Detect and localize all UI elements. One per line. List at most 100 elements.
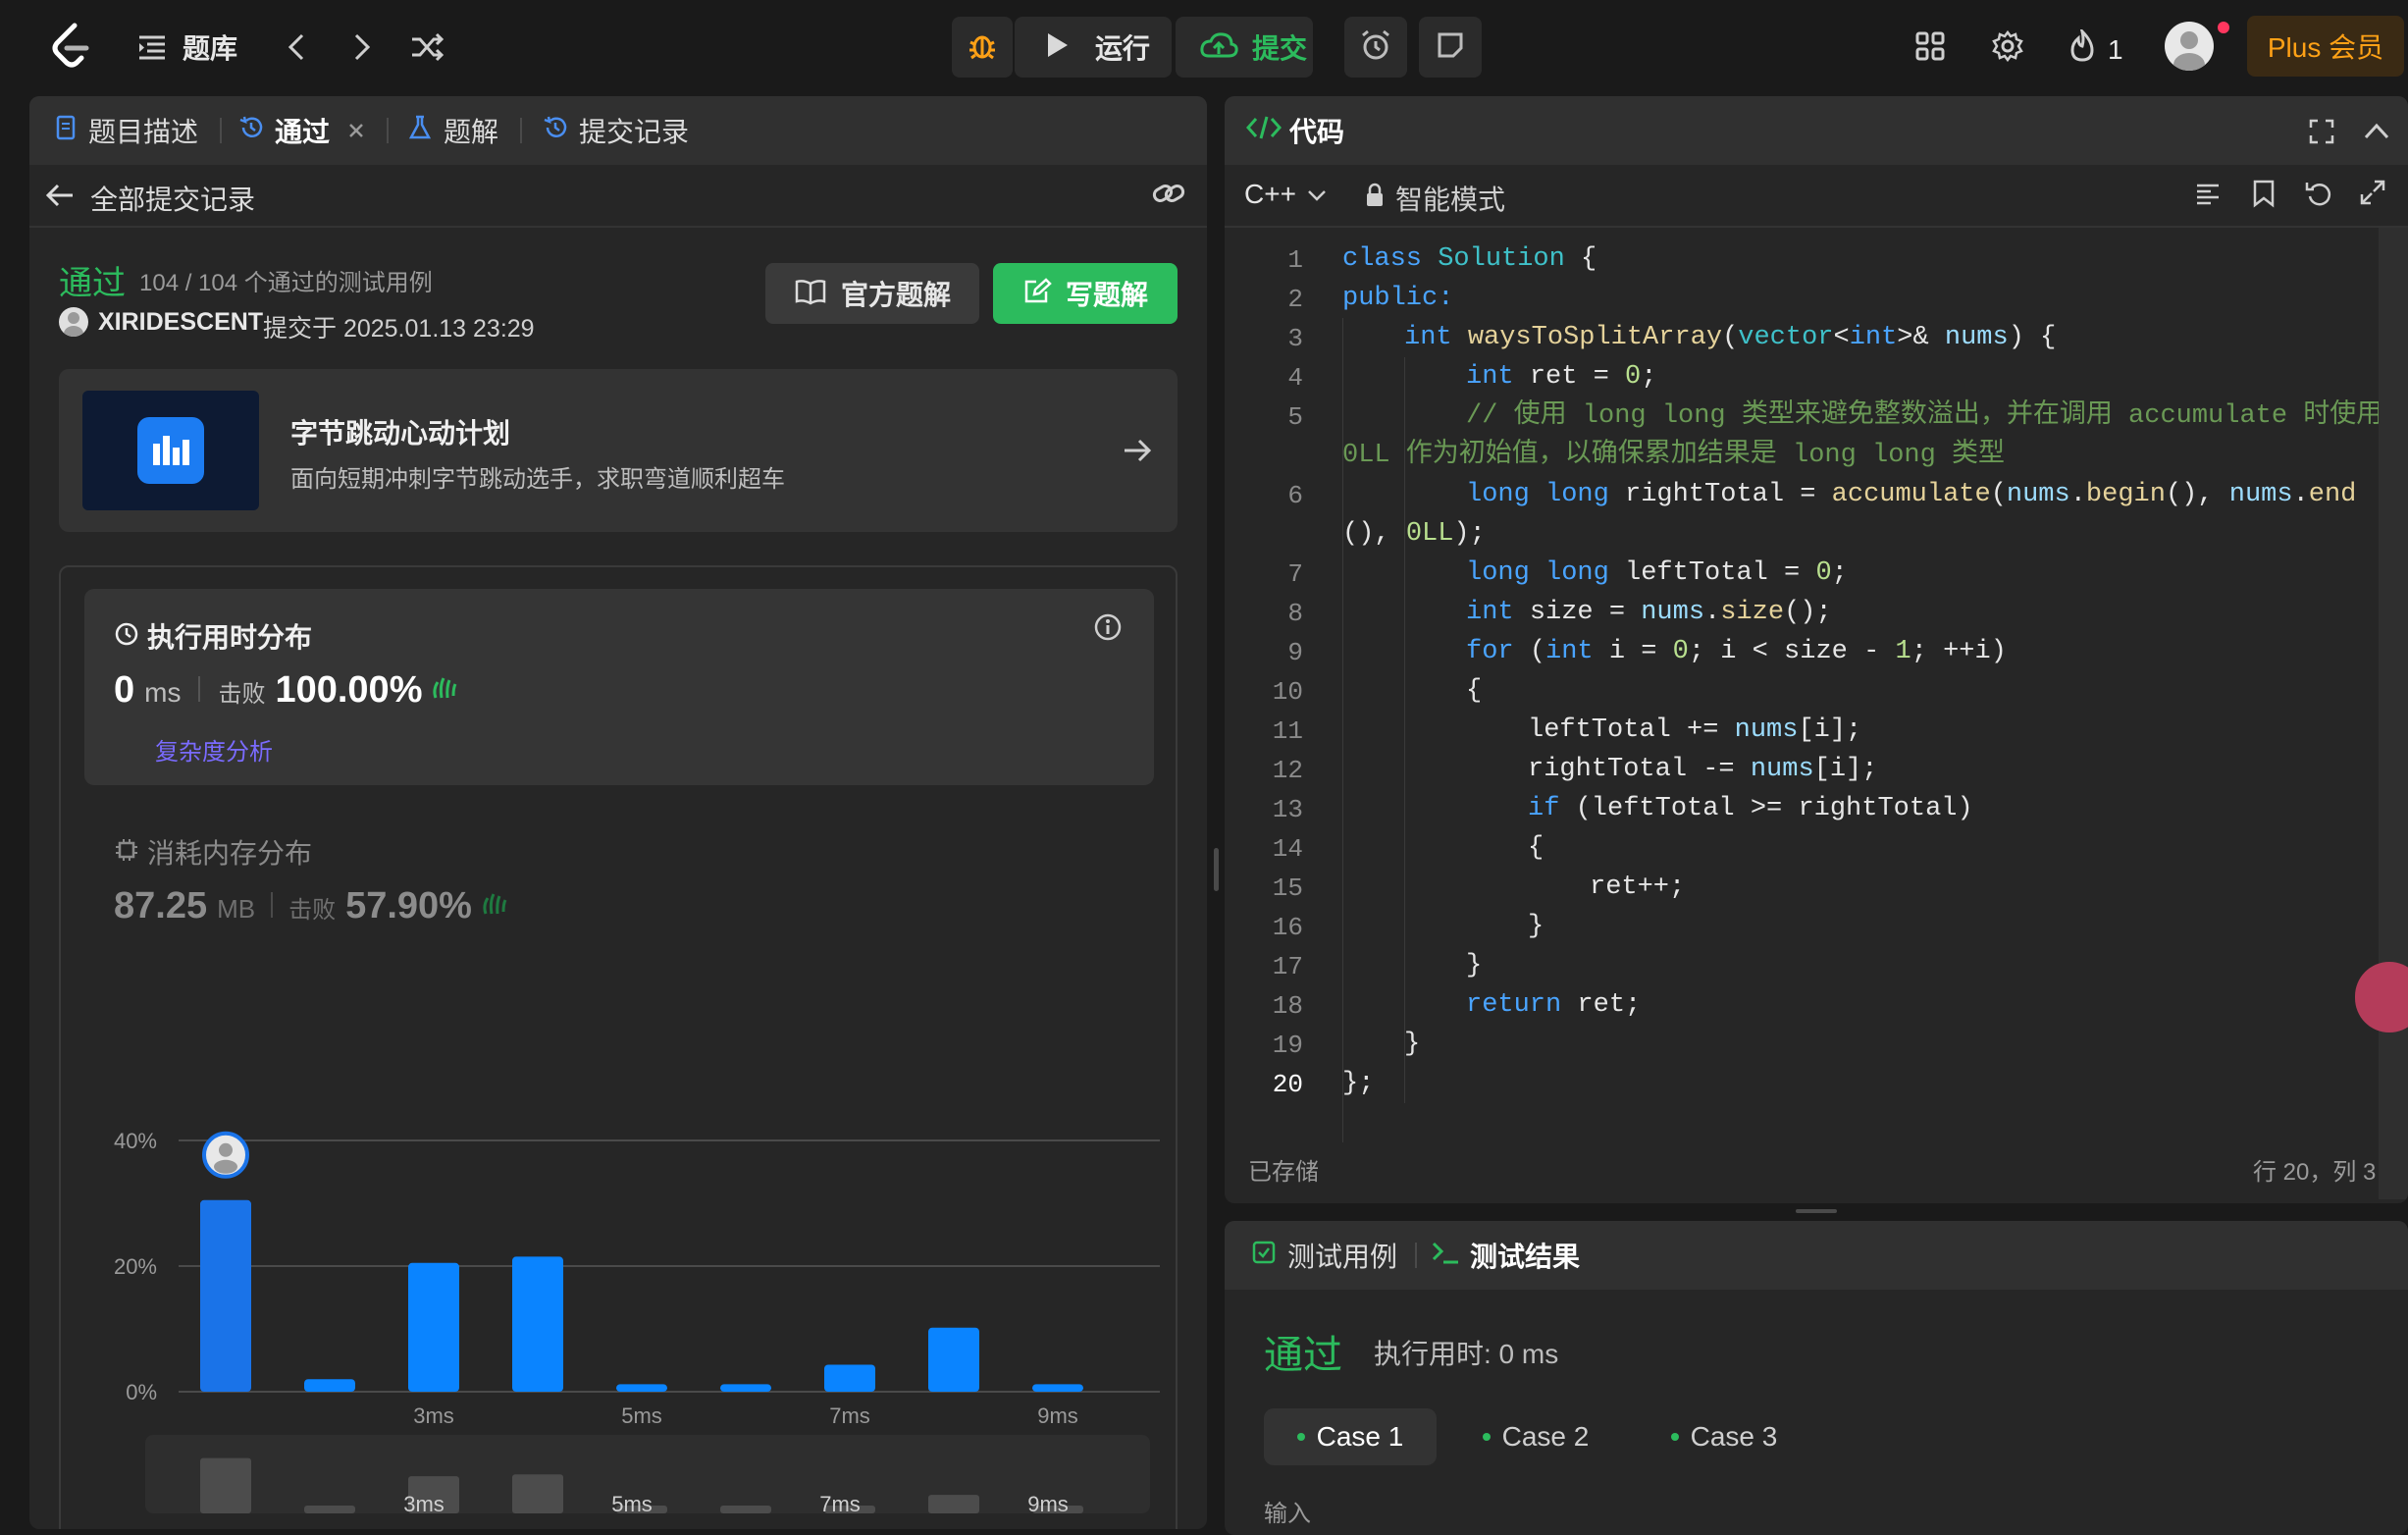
flame-icon (2068, 26, 2096, 70)
divider (1225, 226, 2408, 228)
code-brackets-icon (1245, 115, 1283, 147)
plus-label: Plus 会员 (2267, 32, 2384, 63)
minimap-label: 5ms (611, 1492, 653, 1516)
line-number: 3 (1287, 324, 1303, 353)
memory-unit: MB (217, 894, 256, 924)
chevron-down-icon (1306, 179, 1328, 210)
code-line: }; (1342, 1069, 1375, 1098)
line-number: 20 (1272, 1070, 1303, 1099)
collapse-up-icon[interactable] (2363, 120, 2390, 148)
submit-label: 提交 (1252, 33, 1308, 64)
tab-testcases[interactable]: 测试用例 (1252, 1236, 1397, 1275)
expand-icon[interactable] (2359, 179, 2386, 211)
horizontal-resize-handle[interactable] (1796, 1209, 1837, 1213)
notes-button[interactable] (1419, 17, 1482, 78)
leetcode-logo-icon[interactable] (49, 22, 92, 71)
smart-mode[interactable]: 智能模式 (1364, 179, 1505, 218)
cloud-upload-icon (1199, 30, 1238, 65)
submit-button[interactable]: 提交 (1176, 17, 1313, 78)
editor-scrollbar[interactable] (2379, 228, 2408, 1199)
case-label: Case 2 (1501, 1421, 1590, 1452)
runtime-beats: 100.00% (275, 669, 423, 711)
case-tab-2[interactable]: Case 2 (1462, 1408, 1609, 1465)
minimap-label: 9ms (1027, 1492, 1069, 1516)
back-to-submissions[interactable]: 全部提交记录 (45, 179, 255, 218)
histogram-bar (408, 1262, 459, 1392)
tab-test-results[interactable]: 测试结果 (1431, 1236, 1580, 1275)
checkbox-icon (1252, 1240, 1276, 1271)
fullscreen-icon[interactable] (2308, 118, 2335, 150)
timer-button[interactable] (1344, 17, 1407, 78)
submitter-name[interactable]: XIRIDESCENT (98, 308, 263, 337)
case-tab-1[interactable]: Case 1 (1264, 1408, 1437, 1465)
banner-subtitle: 面向短期冲刺字节跳动选手，求职弯道顺利超车 (290, 466, 785, 493)
code-line: { (1466, 676, 1483, 706)
debug-button[interactable] (952, 17, 1013, 78)
official-solution-button[interactable]: 官方题解 (765, 263, 979, 324)
histogram-bar (1032, 1384, 1083, 1392)
next-problem-icon[interactable] (350, 31, 374, 68)
bytedance-logo (82, 391, 259, 510)
submitter-avatar[interactable] (59, 307, 88, 337)
code-editor[interactable]: 1 class Solution {2 public: 3 int waysToSpli… (1225, 239, 2382, 1203)
info-icon[interactable] (1093, 612, 1123, 647)
close-tab-icon[interactable] (347, 115, 365, 146)
case-tab-3[interactable]: Case 3 (1650, 1408, 1798, 1465)
line-number: 7 (1287, 559, 1303, 589)
reset-code-icon[interactable] (2304, 179, 2333, 213)
save-status: 已存储 (1248, 1159, 1319, 1186)
arrow-right-icon[interactable] (1123, 438, 1152, 468)
line-number: 9 (1287, 638, 1303, 667)
test-runtime: 执行用时: 0 ms (1374, 1339, 1559, 1369)
input-label: 输入 (1264, 1501, 1311, 1527)
chip-icon (114, 837, 139, 868)
streak-counter[interactable]: 1 (2068, 26, 2123, 70)
stat-divider (198, 676, 201, 702)
vertical-resize-handle[interactable] (1214, 848, 1219, 891)
settings-gear-icon[interactable] (1992, 29, 2023, 67)
shuffle-icon[interactable] (410, 31, 445, 68)
complexity-analysis-link[interactable]: 复杂度分析 (155, 732, 273, 767)
code-line: (), 0LL); (1342, 519, 1486, 549)
layout-grid-icon[interactable] (1915, 31, 1945, 66)
play-icon (1044, 31, 1070, 64)
left-tab-bar: 题目描述 通过 题解 提交记录 (29, 96, 1207, 165)
code-line: class Solution { (1342, 244, 1597, 274)
history-icon (542, 114, 569, 148)
user-avatar-body (214, 1159, 237, 1174)
memory-title[interactable]: 消耗内存分布 (114, 832, 312, 872)
user-avatar[interactable] (2165, 22, 2214, 71)
plus-member-button[interactable]: Plus 会员 (2247, 16, 2404, 77)
tab-submissions[interactable]: 提交记录 (542, 111, 689, 150)
tab-solutions[interactable]: 题解 (408, 111, 498, 150)
minimap-bar (720, 1506, 771, 1513)
runtime-card[interactable]: 执行用时分布 0 ms 击败 100.00% 复杂度分析 (84, 589, 1154, 785)
minimap-bar (304, 1506, 355, 1513)
edit-icon (1022, 277, 1052, 310)
tab-description[interactable]: 题目描述 (55, 111, 198, 150)
tab-divider (387, 118, 390, 143)
code-line: } (1466, 951, 1483, 980)
run-button[interactable]: 运行 (1015, 17, 1172, 78)
tab-accepted[interactable]: 通过 (237, 111, 365, 150)
bookmark-icon[interactable] (2251, 179, 2277, 213)
test-tab-bar: 测试用例 测试结果 (1225, 1221, 2408, 1290)
banner-title: 字节跳动心动计划 (290, 418, 511, 449)
minimap-label: 3ms (403, 1492, 445, 1516)
runtime-distribution-chart[interactable]: 40% 20% 0% 3ms 5ms 7ms 9ms 3ms 5ms 7ms 9ms (61, 1019, 1179, 1529)
line-number: 15 (1272, 873, 1303, 903)
histogram-bar (824, 1364, 875, 1392)
promo-banner[interactable]: 字节跳动心动计划 面向短期冲刺字节跳动选手，求职弯道顺利超车 (59, 369, 1178, 532)
prev-problem-icon[interactable] (285, 31, 308, 68)
minimap-bar (512, 1474, 563, 1513)
language-select[interactable]: C++ (1244, 179, 1328, 210)
code-line: rightTotal -= nums[i]; (1528, 755, 1878, 784)
copy-link-icon[interactable] (1152, 179, 1185, 213)
write-solution-button[interactable]: 写题解 (993, 263, 1178, 324)
code-tab[interactable]: 代码 (1245, 111, 1344, 150)
tab-submissions-label: 提交记录 (579, 117, 690, 147)
format-code-icon[interactable] (2194, 181, 2222, 213)
problem-list-button[interactable]: 题库 (137, 27, 237, 67)
cursor-position: 行 20，列 3 (2253, 1159, 2377, 1186)
code-header: 代码 (1225, 96, 2408, 165)
